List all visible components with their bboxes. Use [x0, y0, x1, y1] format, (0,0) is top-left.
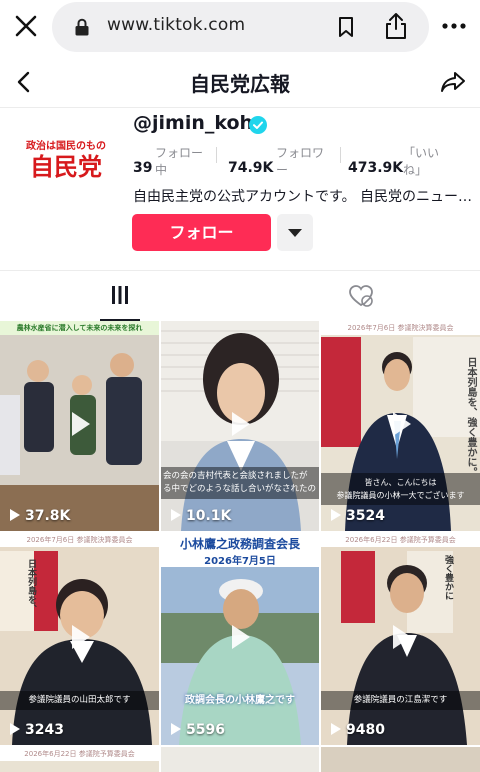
following-count: 39: [133, 160, 153, 176]
video-caption: 参議院議員の山田太郎です: [0, 691, 159, 710]
play-icon: [392, 412, 411, 436]
video-headline: 小林鷹之政務調査会長: [179, 537, 300, 551]
video-banner: 農林水産省に潜入して未来の未来を探れ: [0, 321, 159, 335]
bookmark-icon[interactable]: [336, 16, 356, 38]
view-count: 3524: [331, 508, 385, 524]
video-tile[interactable]: 小林鷹之政務調査会長 2026年7月5日 政調会長の小林鷹之です 5596: [161, 533, 319, 745]
view-count: 10.1K: [171, 508, 231, 524]
close-icon[interactable]: [12, 12, 40, 40]
avatar[interactable]: 政治は国民のもの 自民党: [14, 128, 118, 192]
video-date-banner: 2026年6月22日 参議院予算委員会: [345, 536, 456, 544]
avatar-tagline: 政治は国民のもの: [26, 139, 106, 152]
video-tile[interactable]: 農林水産省に潜入して未来の未来を探れ 37.8K: [0, 321, 159, 531]
url-text: www.tiktok.com: [107, 15, 246, 35]
view-count: 37.8K: [10, 508, 70, 524]
play-icon: [71, 625, 90, 649]
page-title: 自民党広報: [190, 72, 290, 96]
video-tile[interactable]: 会の会の吉村代表と会談されましたが る中でどのような話し合いがなされたの 10.…: [161, 321, 319, 531]
lock-icon: [75, 18, 89, 36]
likes-label: 「いい ね」: [403, 146, 440, 177]
poster-text: 日本列島を、強く豊かに。: [465, 357, 476, 477]
stat-divider: [216, 147, 217, 163]
grid-icon: [112, 286, 128, 304]
video-date: 2026年7月5日: [204, 556, 276, 567]
play-icon: [232, 625, 250, 649]
share-icon[interactable]: [384, 12, 408, 40]
video-tile[interactable]: 2026年7月6日 参議院決算委員会 日本列島を、 参議院議員の山田太郎です 3…: [0, 533, 159, 745]
more-options-icon[interactable]: [441, 16, 467, 36]
video-caption: 参議院議員の江島潔です: [321, 691, 480, 710]
followers-label: フォロワー: [276, 146, 325, 177]
address-bar[interactable]: www.tiktok.com: [52, 2, 429, 52]
avatar-logo-text: 自民党: [30, 153, 102, 181]
followers-count: 74.9K: [228, 160, 274, 176]
video-date-banner: 2026年6月22日 参議院予算委員会: [0, 747, 159, 761]
video-tile[interactable]: 2026年6月22日 参議院予算委員会 強く豊かに 参議院議員の江島潔です 94…: [321, 533, 480, 745]
title-bar: 自民党広報: [0, 56, 480, 108]
video-tile[interactable]: 2026年6月22日 参議院予算委員会: [0, 747, 159, 772]
likes-count: 473.9K: [348, 160, 404, 176]
tab-videos[interactable]: [0, 271, 240, 321]
profile-tabs: [0, 270, 480, 321]
video-tile[interactable]: [321, 747, 480, 772]
video-caption: 会の会の吉村代表と会談されましたが る中でどのような話し合いがなされたの: [161, 467, 319, 499]
view-count: 9480: [331, 722, 385, 738]
tab-liked[interactable]: [240, 271, 480, 321]
following-label: フォロー中: [155, 146, 204, 177]
view-count: 5596: [171, 722, 225, 738]
share-forward-icon[interactable]: [439, 69, 467, 95]
poster-text: 強く豊かに: [443, 555, 453, 600]
play-icon: [71, 412, 90, 436]
poster-text: 日本列島を、: [26, 559, 36, 613]
stat-divider: [340, 147, 341, 163]
video-tile[interactable]: [161, 747, 319, 772]
video-tile[interactable]: 2026年7月6日 参議院決算委員会 日本列島を、強く豊かに。 皆さん、こんにち…: [321, 321, 480, 531]
video-date-banner: 2026年7月6日 参議院決算委員会: [26, 536, 133, 544]
bio-text[interactable]: 自由民主党の公式アカウントです。 自民党のニュー…: [133, 186, 473, 206]
video-caption: 皆さん、こんにちは 参議院議員の小林一大でございます: [321, 473, 480, 505]
video-caption: 政調会長の小林鷹之です: [185, 695, 295, 706]
verified-badge-icon: [249, 116, 267, 134]
view-count: 3243: [10, 722, 64, 738]
play-icon: [392, 625, 411, 649]
play-icon: [232, 412, 250, 436]
browser-bar: www.tiktok.com: [0, 0, 480, 54]
hidden-liked-icon: [349, 285, 373, 307]
username: @jimin_koho: [133, 112, 267, 134]
suggested-accounts-dropdown[interactable]: [277, 214, 313, 251]
video-date-banner: 2026年7月6日 参議院決算委員会: [347, 324, 454, 332]
follow-button[interactable]: フォロー: [132, 214, 271, 251]
